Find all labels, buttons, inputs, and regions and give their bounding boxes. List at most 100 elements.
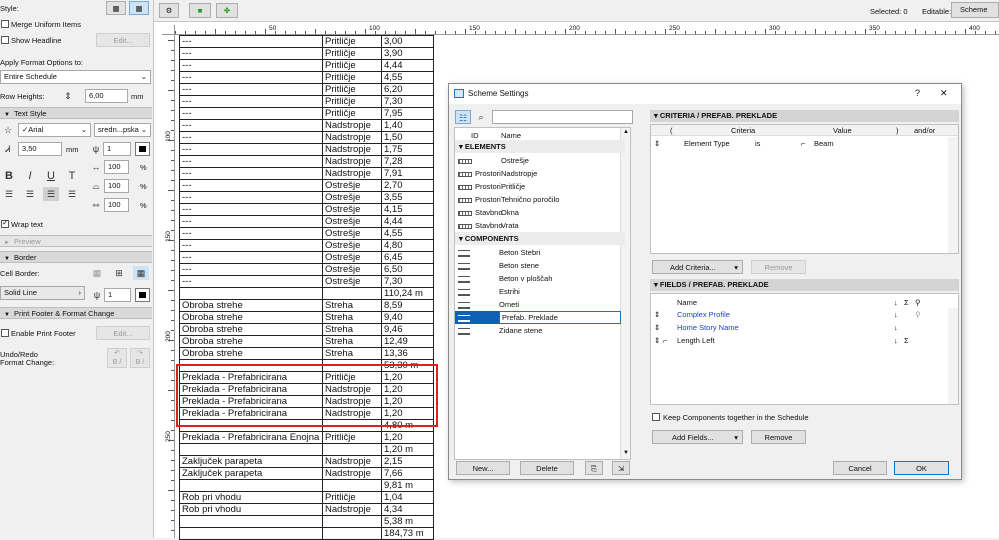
story-cell[interactable]: Pritličje bbox=[322, 35, 382, 48]
table-row[interactable]: Obroba strehe Streha 13,36 bbox=[179, 347, 434, 360]
length-cell[interactable]: 1,20 m bbox=[381, 443, 434, 456]
settings-gear-icon[interactable]: ⚙ bbox=[159, 3, 179, 18]
length-cell[interactable]: 3,90 bbox=[381, 47, 434, 60]
element-scheme-item[interactable]: StavbnoOkna bbox=[455, 206, 625, 219]
story-cell[interactable]: Ostrešje bbox=[322, 215, 382, 228]
story-cell[interactable]: Ostrešje bbox=[322, 275, 382, 288]
criteria-header[interactable]: ▾ CRITERIA / PREFAB. PREKLADE bbox=[650, 110, 959, 122]
story-cell[interactable]: Streha bbox=[322, 347, 382, 360]
element-id-cell[interactable]: --- bbox=[179, 83, 323, 96]
element-id-cell[interactable]: Obroba strehe bbox=[179, 299, 323, 312]
length-cell[interactable]: 4,80 bbox=[381, 239, 434, 252]
length-cell[interactable]: 9,81 m bbox=[381, 479, 434, 492]
criteria-scrollbar[interactable] bbox=[948, 137, 958, 253]
element-id-cell[interactable]: Obroba strehe bbox=[179, 335, 323, 348]
table-row[interactable]: --- Ostrešje 3,55 bbox=[179, 191, 434, 204]
length-cell[interactable]: 7,30 bbox=[381, 95, 434, 108]
story-cell[interactable]: Pritličje bbox=[322, 59, 382, 72]
table-row[interactable]: --- Ostrešje 6,45 bbox=[179, 251, 434, 264]
element-id-cell[interactable]: Zaključek parapeta bbox=[179, 455, 323, 468]
element-scheme-item[interactable]: Ostrešje bbox=[455, 154, 625, 167]
element-id-cell[interactable]: --- bbox=[179, 167, 323, 180]
element-id-cell[interactable]: --- bbox=[179, 59, 323, 72]
select-elements-button[interactable]: ■ bbox=[189, 3, 211, 18]
story-cell[interactable]: Pritličje bbox=[322, 95, 382, 108]
story-cell[interactable]: Pritličje bbox=[322, 71, 382, 84]
story-cell[interactable] bbox=[322, 479, 382, 492]
element-id-cell[interactable]: Preklada - Prefabricirana Enojna bbox=[179, 431, 323, 444]
element-scheme-item[interactable]: StavbnoVrata bbox=[455, 219, 625, 232]
table-row[interactable]: Zaključek parapeta Nadstropje 2,15 bbox=[179, 455, 434, 468]
font-style-select[interactable]: sredn...pska ⌄ bbox=[94, 123, 151, 137]
fields-header[interactable]: ▾ FIELDS / PREFAB. PREKLADE bbox=[650, 279, 959, 291]
story-cell[interactable]: Ostrešje bbox=[322, 239, 382, 252]
element-id-cell[interactable]: Obroba strehe bbox=[179, 323, 323, 336]
component-scheme-item[interactable]: Estrihi bbox=[455, 285, 625, 298]
table-row[interactable]: --- Ostrešje 7,30 bbox=[179, 275, 434, 288]
print-footer-section[interactable]: ▼ Print Footer & Format Change bbox=[0, 307, 152, 319]
font-size-input[interactable]: 3,50 bbox=[18, 142, 62, 156]
drag-handle-icon[interactable]: ⇕ bbox=[654, 139, 660, 148]
element-id-cell[interactable]: --- bbox=[179, 275, 323, 288]
length-cell[interactable]: 9,40 bbox=[381, 311, 434, 324]
length-cell[interactable]: 7,91 bbox=[381, 167, 434, 180]
table-row[interactable]: --- Nadstropje 7,28 bbox=[179, 155, 434, 168]
ok-button[interactable]: OK bbox=[894, 461, 949, 475]
height-percent-input[interactable]: 100 bbox=[104, 179, 129, 193]
story-cell[interactable]: Streha bbox=[322, 311, 382, 324]
element-id-cell[interactable]: --- bbox=[179, 35, 323, 48]
table-row[interactable]: --- Nadstropje 1,40 bbox=[179, 119, 434, 132]
table-row[interactable]: --- Pritličje 6,20 bbox=[179, 83, 434, 96]
headline-edit-button[interactable]: Edit... bbox=[96, 33, 150, 47]
table-style-2-button[interactable]: ▦ bbox=[129, 1, 149, 15]
length-cell[interactable]: 1,20 bbox=[381, 431, 434, 444]
length-cell[interactable]: 1,40 bbox=[381, 119, 434, 132]
element-id-cell[interactable]: --- bbox=[179, 119, 323, 132]
story-cell[interactable]: Nadstropje bbox=[322, 143, 382, 156]
element-id-cell[interactable]: --- bbox=[179, 131, 323, 144]
table-row[interactable]: --- Pritličje 7,30 bbox=[179, 95, 434, 108]
story-cell[interactable]: Ostrešje bbox=[322, 251, 382, 264]
duplicate-scheme-icon[interactable]: ⎘ bbox=[585, 461, 603, 475]
table-row[interactable]: --- Ostrešje 4,80 bbox=[179, 239, 434, 252]
story-cell[interactable]: Ostrešje bbox=[322, 203, 382, 216]
element-id-cell[interactable] bbox=[179, 515, 323, 528]
element-id-cell[interactable] bbox=[179, 287, 323, 300]
table-style-1-button[interactable]: ▦ bbox=[106, 1, 126, 15]
story-cell[interactable]: Ostrešje bbox=[322, 227, 382, 240]
element-id-cell[interactable] bbox=[179, 443, 323, 456]
length-cell[interactable]: 4,55 bbox=[381, 227, 434, 240]
story-cell[interactable] bbox=[322, 443, 382, 456]
table-row[interactable]: --- Pritličje 4,44 bbox=[179, 59, 434, 72]
sort-arrow-icon[interactable]: ↓ bbox=[894, 323, 898, 332]
table-row[interactable]: --- Pritličje 3,00 bbox=[179, 35, 434, 48]
strikethrough-button[interactable]: T bbox=[64, 169, 80, 183]
table-row[interactable]: --- Pritličje 4,55 bbox=[179, 71, 434, 84]
table-row[interactable]: --- Ostrešje 4,15 bbox=[179, 203, 434, 216]
scroll-down-icon[interactable]: ▼ bbox=[623, 450, 629, 456]
list-view-icon[interactable]: ☷ bbox=[455, 110, 471, 124]
story-cell[interactable]: Streha bbox=[322, 335, 382, 348]
element-id-cell[interactable]: --- bbox=[179, 227, 323, 240]
element-id-cell[interactable]: --- bbox=[179, 95, 323, 108]
field-row[interactable]: ⇕ ⌐ Length Left ↓ Σ bbox=[651, 336, 947, 348]
length-cell[interactable]: 4,44 bbox=[381, 215, 434, 228]
story-cell[interactable]: Nadstropje bbox=[322, 455, 382, 468]
story-cell[interactable]: Ostrešje bbox=[322, 263, 382, 276]
story-cell[interactable]: Pritličje bbox=[322, 107, 382, 120]
row-height-input[interactable]: 6,00 bbox=[85, 89, 128, 103]
element-id-cell[interactable]: --- bbox=[179, 191, 323, 204]
preview-section[interactable]: ► Preview bbox=[0, 235, 152, 247]
element-id-cell[interactable]: --- bbox=[179, 71, 323, 84]
align-justify-icon[interactable]: ☰ bbox=[64, 187, 80, 201]
element-id-cell[interactable] bbox=[179, 479, 323, 492]
undo-format-button[interactable]: ↶ B / bbox=[107, 348, 127, 368]
apply-format-select[interactable]: Entire Schedule ⌄ bbox=[0, 70, 151, 84]
element-scheme-item[interactable]: ProstoriTehnično poročilo bbox=[455, 193, 625, 206]
length-cell[interactable]: 4,34 bbox=[381, 503, 434, 516]
story-cell[interactable]: Nadstropje bbox=[322, 155, 382, 168]
element-id-cell[interactable]: --- bbox=[179, 143, 323, 156]
text-pen-input[interactable]: 1 bbox=[103, 142, 131, 156]
border-color-swatch[interactable] bbox=[135, 288, 150, 302]
table-row[interactable]: Preklada - Prefabricirana Enojna Pritličj… bbox=[179, 431, 434, 444]
